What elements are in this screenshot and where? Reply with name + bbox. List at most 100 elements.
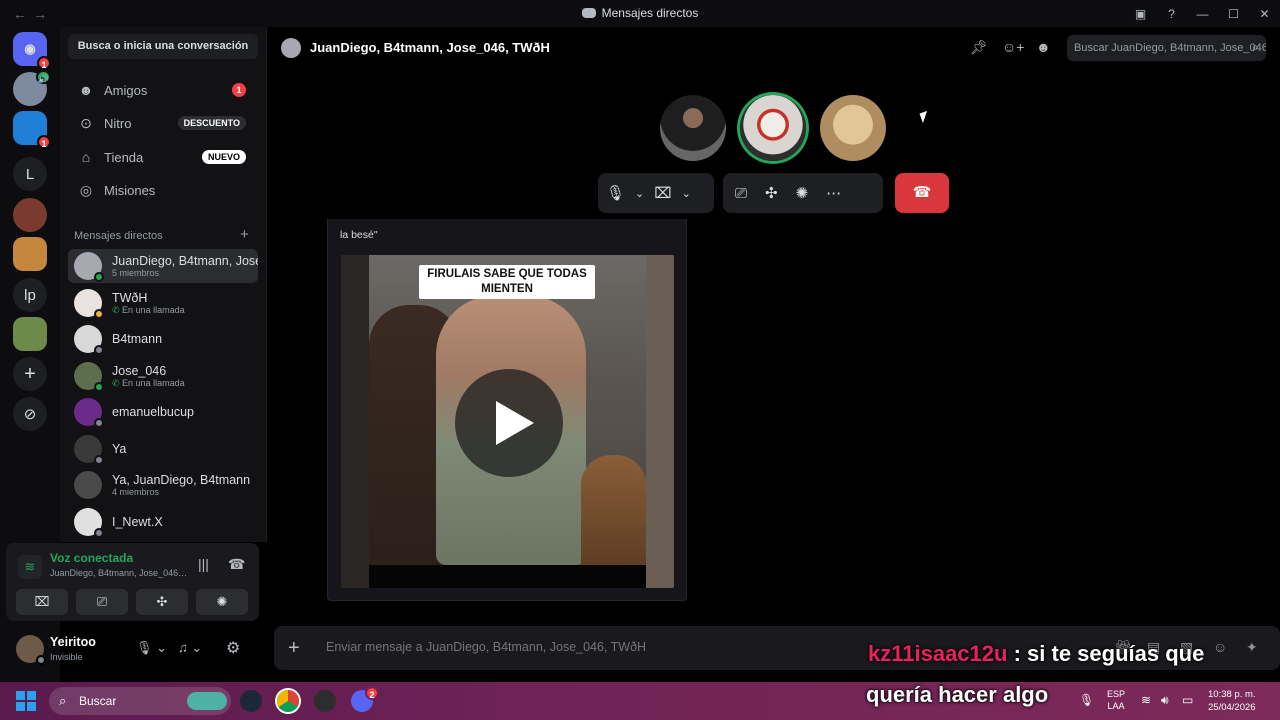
add-attachment-icon[interactable]: +	[288, 637, 300, 660]
call-participant-avatar[interactable]	[820, 95, 886, 161]
apps-icon[interactable]: ✦	[1246, 639, 1258, 656]
mouse-cursor-icon	[919, 110, 931, 124]
signal-icon[interactable]: ≋	[18, 555, 42, 579]
minimize-icon[interactable]: —	[1187, 7, 1218, 21]
back-arrow-icon[interactable]: ←	[10, 6, 30, 22]
activities-button[interactable]: ✣	[136, 589, 188, 615]
help-icon[interactable]: ?	[1156, 7, 1187, 21]
video-subject-dog	[581, 455, 646, 565]
nav-quests[interactable]: ◎ Misiones	[68, 175, 258, 205]
window-title-text: Mensajes directos	[601, 6, 699, 20]
share-screen-icon[interactable]: ⎚	[735, 185, 747, 202]
windows-start-icon[interactable]	[16, 691, 36, 711]
close-icon[interactable]: ✕	[1249, 7, 1280, 21]
home-button[interactable]: ◉ 1	[13, 32, 51, 70]
headphones-icon[interactable]: ♫ ⌄	[178, 640, 202, 656]
noise-suppression-icon[interactable]: |||	[198, 556, 209, 572]
mic-icon[interactable]: 🎙︎ ⌄	[136, 640, 167, 656]
conversation-search-button[interactable]: Busca o inicia una conversación	[68, 34, 258, 59]
dm-name: Jose_046	[112, 363, 167, 378]
mic-icon[interactable]: 🎙︎	[606, 184, 625, 202]
dm-item[interactable]: JuanDiego, B4tmann, Jose_046, TWðH5 miem…	[68, 249, 258, 283]
dm-section-header: Mensajes directos	[74, 230, 163, 242]
add-server-icon[interactable]: +	[13, 357, 47, 391]
friends-icon: ☻	[78, 82, 94, 98]
nitro-discount-badge: DESCUENTO	[177, 116, 246, 130]
server-icon-l[interactable]: L	[13, 157, 47, 191]
server-icon-burger[interactable]	[13, 237, 47, 271]
discord-window: ← → Mensajes directos ▣ ? — ☐ ✕ ◉ 1 🔊 1 …	[0, 0, 1280, 720]
language-code: ESP	[1107, 689, 1126, 699]
activities-icon[interactable]: ✣	[765, 184, 778, 202]
username[interactable]: Yeiritoo	[50, 635, 96, 649]
server-icon-avatar[interactable]	[13, 198, 47, 232]
dm-sidebar: Busca o inicia una conversación ☻ Amigos…	[60, 27, 267, 542]
message-input[interactable]	[326, 640, 846, 654]
chevron-down-icon[interactable]: ⌄	[682, 187, 691, 200]
avatar[interactable]	[16, 635, 46, 665]
volume-icon[interactable]: 🔊︎	[1161, 693, 1169, 708]
windows-taskbar: ⌕ Buscar 2 quería hacer algo 🎙︎ ESP LAA ≋ …	[0, 682, 1280, 720]
wifi-icon[interactable]: ≋	[1141, 693, 1151, 707]
server-icon-lp[interactable]: lp	[13, 278, 47, 312]
forward-arrow-icon[interactable]: →	[30, 6, 50, 22]
create-dm-icon[interactable]: +	[240, 226, 249, 243]
search-input[interactable]: Buscar JuanDiego, B4tmann, Jose_046, TWð…	[1067, 35, 1266, 61]
status-dot	[94, 455, 104, 465]
user-panel: Yeiritoo Invisible 🎙︎ ⌄ ♫ ⌄ ⚙	[6, 623, 259, 675]
emoji-icon[interactable]: ☺	[1213, 639, 1227, 655]
inbox-icon[interactable]: ▣	[1125, 7, 1156, 21]
avatar	[74, 252, 104, 282]
member-list-icon[interactable]: ☻	[1036, 39, 1051, 55]
play-button[interactable]	[455, 369, 563, 477]
dm-item[interactable]: I_Newt.X	[68, 505, 258, 539]
add-friends-icon[interactable]: ☺+	[1002, 39, 1024, 55]
nav-shop[interactable]: ⌂ Tienda NUEVO	[68, 142, 258, 172]
soundboard-icon[interactable]: ✺	[796, 184, 809, 202]
maximize-icon[interactable]: ☐	[1218, 7, 1249, 21]
nav-friends[interactable]: ☻ Amigos 1	[68, 75, 258, 105]
app-icon[interactable]	[314, 690, 336, 712]
explore-icon[interactable]: ⊘	[13, 397, 47, 431]
call-participant-avatar-speaking[interactable]	[740, 95, 806, 161]
language-indicator[interactable]: ESP LAA	[1107, 688, 1125, 712]
video-embed[interactable]: FIRULAIS SABE QUE TODAS MIENTEN	[341, 255, 674, 588]
voice-channel-name[interactable]: JuanDiego, B4tmann, Jose_046, TWðH	[50, 568, 188, 578]
home-badge: 1	[37, 56, 51, 70]
share-screen-button[interactable]: ⎚	[76, 589, 128, 615]
battery-icon[interactable]: ▭	[1182, 693, 1193, 707]
pinned-messages-icon[interactable]: 📌︎	[970, 39, 988, 56]
nav-nitro[interactable]: ⊙ Nitro DESCUENTO	[68, 108, 258, 138]
video-off-button[interactable]: ⌧	[16, 589, 68, 615]
discord-taskbar-icon[interactable]: 2	[351, 686, 379, 712]
taskbar-clock[interactable]: 10:38 p. m. 25/04/2026	[1208, 688, 1256, 714]
server-icon-blue[interactable]: 1	[13, 111, 51, 149]
dm-item[interactable]: Jose_046 ✆ En una llamada	[68, 359, 258, 393]
mic-video-group: 🎙︎ ⌄ ⌧ ⌄	[598, 173, 714, 213]
dm-item[interactable]: B4tmann	[68, 322, 258, 356]
avatar	[74, 398, 104, 428]
dm-item[interactable]: TWðH ✆ En una llamada	[68, 286, 258, 320]
call-participant-avatar[interactable]	[660, 95, 726, 161]
status-dot	[94, 382, 104, 392]
soundboard-button[interactable]: ✺	[196, 589, 248, 615]
settings-gear-icon[interactable]: ⚙	[226, 638, 240, 658]
chevron-down-icon[interactable]: ⌄	[635, 187, 644, 200]
discord-logo-icon: ◉	[24, 41, 36, 56]
server-icon-game[interactable]	[13, 317, 47, 351]
more-options-icon[interactable]: ⋯	[826, 184, 841, 202]
server-icon-group-dm[interactable]: 🔊	[13, 70, 51, 106]
camera-off-icon[interactable]: ⌧	[654, 184, 671, 202]
mic-tray-icon[interactable]: 🎙︎	[1079, 693, 1094, 707]
dm-item[interactable]: Ya	[68, 432, 258, 466]
disconnect-icon[interactable]: ☎	[228, 556, 245, 573]
dm-item[interactable]: Ya, JuanDiego, B4tmann 4 miembros	[68, 468, 258, 502]
steam-icon[interactable]	[240, 690, 262, 712]
chrome-icon[interactable]	[277, 690, 299, 712]
dm-item[interactable]: emanuelbucup	[68, 395, 258, 429]
hang-up-button[interactable]: ☎	[895, 173, 949, 213]
voice-status[interactable]: Voz conectada	[50, 551, 133, 565]
search-icon: ⌕	[1252, 40, 1259, 54]
discord-taskbar-badge: 2	[365, 686, 379, 700]
status-dot	[94, 309, 104, 319]
